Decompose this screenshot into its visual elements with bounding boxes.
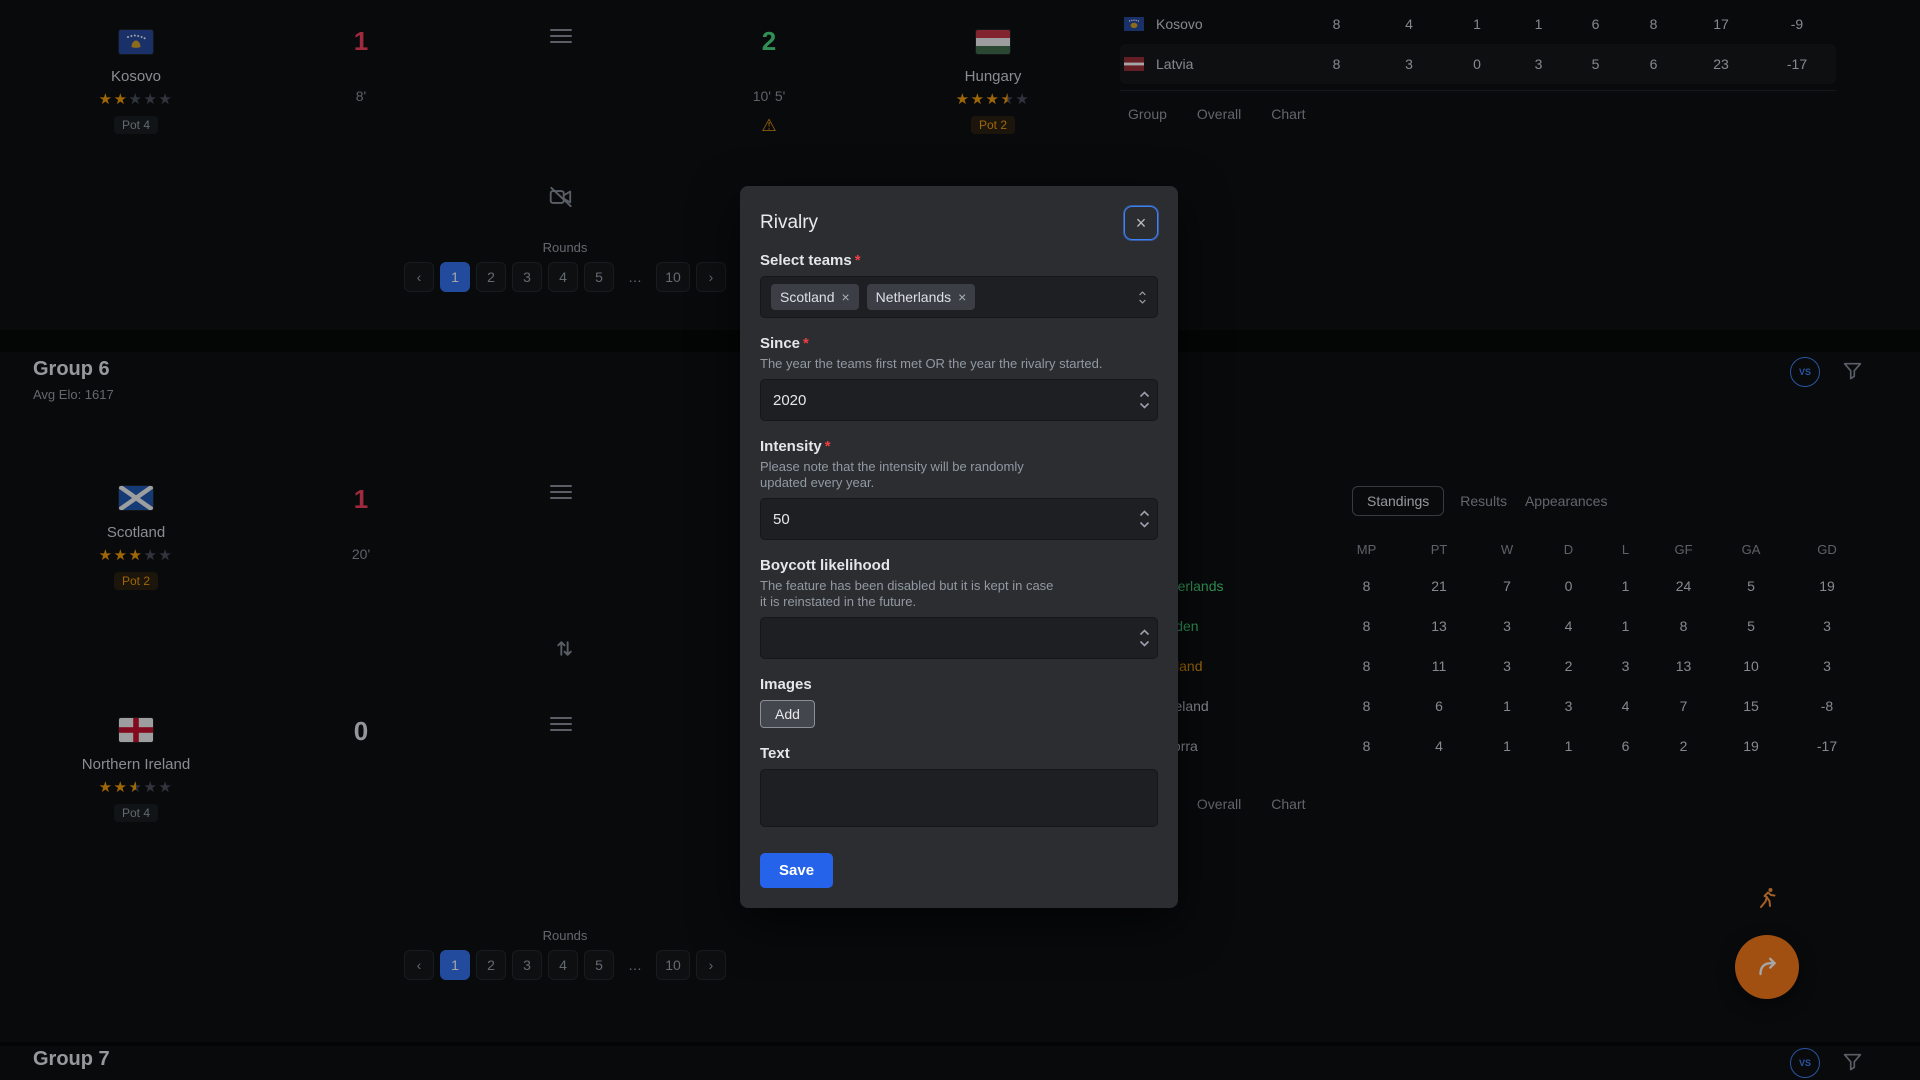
required-mark: * <box>825 438 831 455</box>
chevron-up-icon[interactable] <box>1139 510 1150 517</box>
close-button[interactable]: × <box>1124 206 1158 240</box>
boycott-field: Boycott likelihood The feature has been … <box>760 557 1158 659</box>
required-mark: * <box>855 252 861 269</box>
field-label: Text <box>760 745 1158 762</box>
select-stepper-icon[interactable] <box>1138 291 1147 304</box>
modal-title: Rivalry <box>760 212 818 234</box>
chevron-up-icon[interactable] <box>1139 629 1150 636</box>
field-label: Select teams* <box>760 252 1158 269</box>
text-field: Text <box>760 745 1158 832</box>
field-label: Intensity* <box>760 438 1158 455</box>
app-screen: Kosovo ★★★★★ Pot 4 1 8' 2 10' 5' ⚠ Hunga… <box>0 0 1920 1080</box>
close-icon: × <box>1136 214 1147 232</box>
team-tag: Netherlands× <box>867 284 976 310</box>
boycott-input[interactable] <box>760 617 1158 659</box>
save-button[interactable]: Save <box>760 853 833 888</box>
field-label: Since* <box>760 335 1158 352</box>
select-teams-field: Select teams* Scotland× Netherlands× <box>760 252 1158 318</box>
remove-tag-icon[interactable]: × <box>841 290 849 304</box>
intensity-field: Intensity* Please note that the intensit… <box>760 438 1158 540</box>
since-input[interactable] <box>760 379 1158 421</box>
text-input[interactable] <box>760 769 1158 827</box>
chevron-up-icon[interactable] <box>1139 391 1150 398</box>
required-mark: * <box>803 335 809 352</box>
field-label: Images <box>760 676 1158 693</box>
field-help: Please note that the intensity will be r… <box>760 459 1060 491</box>
add-image-button[interactable]: Add <box>760 700 815 728</box>
field-help: The feature has been disabled but it is … <box>760 578 1060 610</box>
field-label: Boycott likelihood <box>760 557 1158 574</box>
chevron-down-icon[interactable] <box>1139 521 1150 528</box>
intensity-input[interactable] <box>760 498 1158 540</box>
field-help: The year the teams first met OR the year… <box>760 356 1158 372</box>
team-tag: Scotland× <box>771 284 859 310</box>
chevron-down-icon[interactable] <box>1139 640 1150 647</box>
since-field: Since* The year the teams first met OR t… <box>760 335 1158 421</box>
rivalry-modal: Rivalry × Select teams* Scotland× Nether… <box>740 186 1178 908</box>
images-field: Images Add <box>760 676 1158 728</box>
teams-multiselect-input[interactable]: Scotland× Netherlands× <box>760 276 1158 318</box>
chevron-down-icon[interactable] <box>1139 402 1150 409</box>
remove-tag-icon[interactable]: × <box>958 290 966 304</box>
